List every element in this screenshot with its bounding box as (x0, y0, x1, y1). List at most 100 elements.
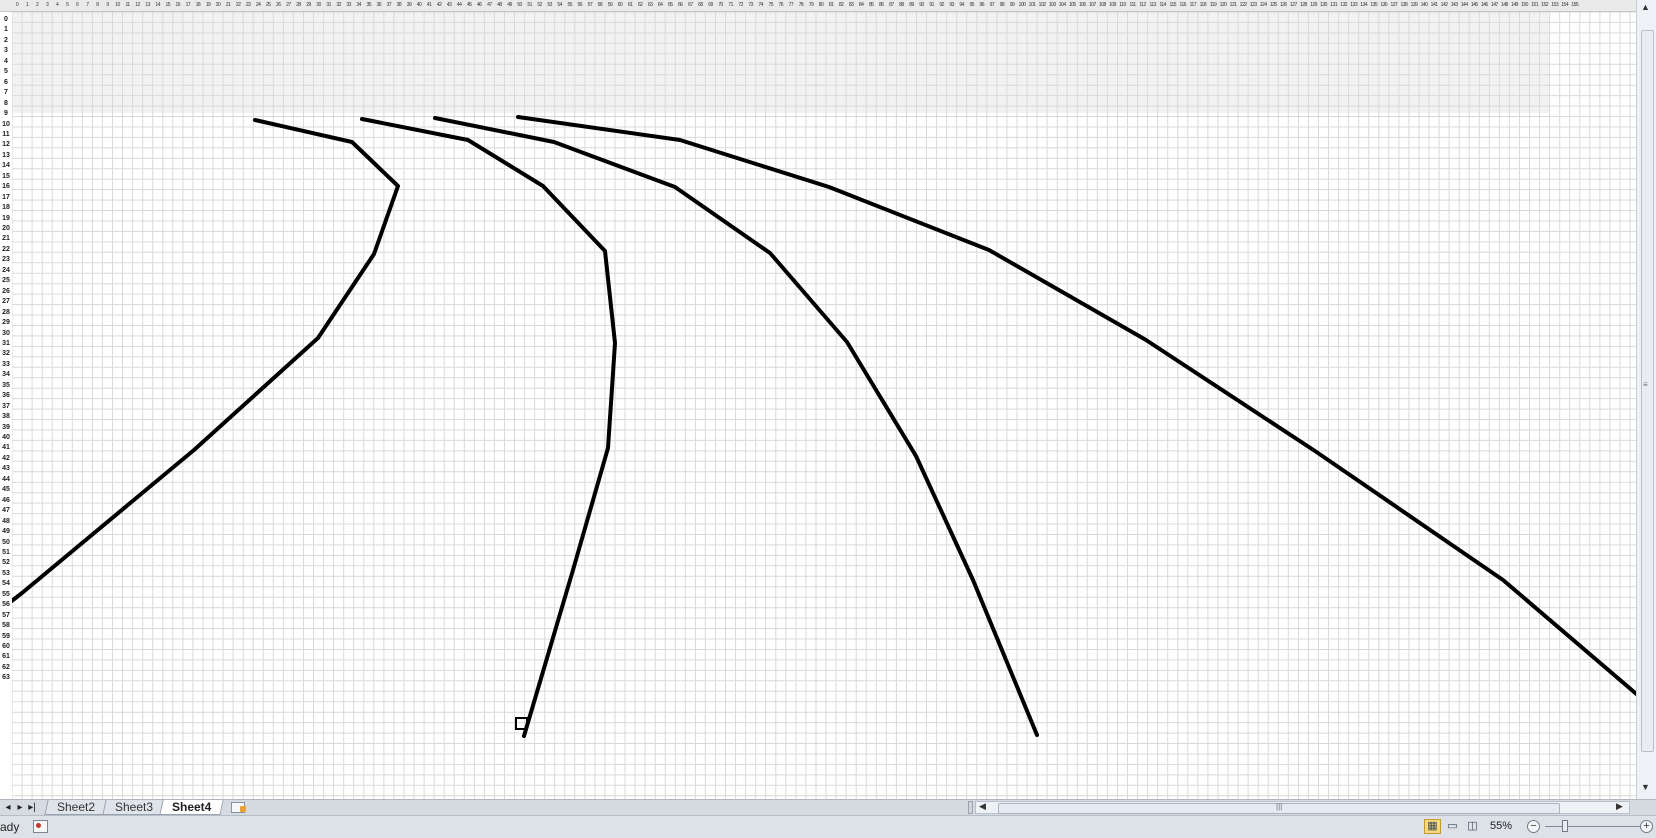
row-header-label[interactable]: 57 (0, 610, 12, 621)
tab-sheet3[interactable]: Sheet3 (102, 800, 166, 815)
row-header-label[interactable]: 15 (0, 171, 12, 182)
row-header-label[interactable]: 51 (0, 547, 12, 558)
row-header-label[interactable]: 25 (0, 275, 12, 286)
tab-split-handle[interactable] (968, 801, 973, 814)
row-header-label[interactable]: 21 (0, 233, 12, 244)
next-sheet-icon[interactable]: ▸ (14, 801, 26, 814)
row-header-label[interactable]: 32 (0, 348, 12, 359)
status-mode-text: ady (0, 820, 20, 834)
row-header-label[interactable]: 9 (0, 108, 12, 119)
row-header-label[interactable]: 12 (0, 139, 12, 150)
zoom-level[interactable]: 55% (1490, 820, 1512, 832)
row-header-label[interactable]: 41 (0, 442, 12, 453)
scroll-left-icon[interactable]: ◀ (979, 801, 986, 812)
row-header-label[interactable]: 4 (0, 56, 12, 67)
row-header-label[interactable]: 2 (0, 35, 12, 46)
zoom-in-icon[interactable]: + (1640, 820, 1653, 833)
row-header-label[interactable]: 56 (0, 599, 12, 610)
insert-sheet-icon[interactable] (231, 802, 246, 813)
row-header-label[interactable]: 27 (0, 296, 12, 307)
row-header-label[interactable]: 58 (0, 620, 12, 631)
row-header-label[interactable]: 23 (0, 254, 12, 265)
tab-sheet2[interactable]: Sheet2 (44, 800, 108, 815)
row-header-label[interactable]: 3 (0, 45, 12, 56)
row-header-label[interactable]: 50 (0, 537, 12, 548)
row-header-label[interactable]: 13 (0, 150, 12, 161)
row-header-label[interactable]: 0 (0, 14, 12, 25)
row-header-label[interactable]: 49 (0, 526, 12, 537)
row-header-label[interactable]: 6 (0, 77, 12, 88)
column-header[interactable]: 0 1 2 3 4 5 6 7 8 9 10 11 12 13 14 15 16 17 18 19 20 21 22 23 24… (0, 0, 1636, 12)
scroll-up-icon[interactable]: ▲ (1641, 2, 1650, 12)
row-header-label[interactable]: 7 (0, 87, 12, 98)
row-header-label[interactable]: 31 (0, 338, 12, 349)
row-header-label[interactable]: 34 (0, 369, 12, 380)
row-header-label[interactable]: 33 (0, 359, 12, 370)
row-header-label[interactable]: 61 (0, 651, 12, 662)
worksheet-canvas[interactable] (0, 0, 1636, 799)
page-break-view-icon[interactable]: ◫ (1464, 819, 1481, 834)
row-header[interactable]: 0 1 2 3 4 5 6 7 8 9 10 11 12 13 14 15 16 17 18 19 20 21 22 23 24… (0, 12, 12, 799)
worksheet-grid[interactable]: 0 1 2 3 4 5 6 7 8 9 10 11 12 13 14 15 16 17 18 19 20 21 22 23 24… (0, 0, 1636, 799)
row-header-label[interactable]: 16 (0, 181, 12, 192)
zoom-slider-track[interactable] (1545, 826, 1641, 827)
row-header-label[interactable]: 22 (0, 244, 12, 255)
row-header-label[interactable]: 30 (0, 328, 12, 339)
row-header-label[interactable]: 19 (0, 213, 12, 224)
row-header-label[interactable]: 14 (0, 160, 12, 171)
row-header-label[interactable]: 63 (0, 672, 12, 683)
grip-icon: ||| (1276, 802, 1283, 811)
row-header-label[interactable]: 47 (0, 505, 12, 516)
row-header-label[interactable]: 52 (0, 557, 12, 568)
row-header-label[interactable]: 44 (0, 474, 12, 485)
row-header-label[interactable]: 55 (0, 589, 12, 600)
scroll-down-icon[interactable]: ▼ (1641, 782, 1650, 792)
row-header-label[interactable]: 46 (0, 495, 12, 506)
row-header-label[interactable]: 10 (0, 119, 12, 130)
row-header-label[interactable]: 53 (0, 568, 12, 579)
row-header-label[interactable]: 39 (0, 422, 12, 433)
normal-view-icon[interactable]: ▦ (1424, 819, 1441, 834)
row-header-label[interactable]: 24 (0, 265, 12, 276)
ink-stroke-1[interactable] (0, 118, 400, 612)
vertical-scrollbar[interactable]: ▲ ≡ ▼ (1636, 0, 1656, 799)
row-header-label[interactable]: 38 (0, 411, 12, 422)
zoom-out-icon[interactable]: − (1527, 820, 1540, 833)
row-header-label[interactable]: 29 (0, 317, 12, 328)
row-header-label[interactable]: 18 (0, 202, 12, 213)
row-header-label[interactable]: 37 (0, 401, 12, 412)
row-header-label[interactable]: 48 (0, 516, 12, 527)
sheet-tab-bar: ◂ ▸ ▸| Sheet2 Sheet3 Sheet4 ◀ ||| ▶ (0, 799, 1656, 815)
row-header-label[interactable]: 20 (0, 223, 12, 234)
row-header-label[interactable]: 5 (0, 66, 12, 77)
row-header-label[interactable]: 60 (0, 641, 12, 652)
row-header-label[interactable]: 11 (0, 129, 12, 140)
ink-drawing[interactable] (0, 115, 1636, 738)
row-header-label[interactable]: 59 (0, 631, 12, 642)
macro-record-icon[interactable] (33, 820, 48, 833)
ink-stroke-2[interactable] (360, 117, 617, 738)
page-layout-view-icon[interactable]: ▭ (1444, 819, 1461, 834)
row-header-label[interactable]: 8 (0, 98, 12, 109)
horizontal-scrollbar[interactable]: ◀ ||| ▶ (975, 801, 1630, 814)
row-header-label[interactable]: 28 (0, 307, 12, 318)
vertical-scroll-thumb[interactable] (1641, 30, 1654, 752)
row-header-label[interactable]: 62 (0, 662, 12, 673)
scroll-right-icon[interactable]: ▶ (1616, 801, 1623, 812)
row-header-label[interactable]: 54 (0, 578, 12, 589)
last-sheet-icon[interactable]: ▸| (26, 801, 38, 814)
column-header-label[interactable]: 155 (1569, 1, 1580, 10)
row-header-label[interactable]: 1 (0, 24, 12, 35)
tab-sheet4[interactable]: Sheet4 (159, 800, 224, 815)
status-bar: ady ▦ ▭ ◫ 55% − + (0, 815, 1656, 838)
row-header-label[interactable]: 45 (0, 484, 12, 495)
row-header-label[interactable]: 40 (0, 432, 12, 443)
row-header-label[interactable]: 43 (0, 463, 12, 474)
zoom-slider-thumb[interactable] (1562, 820, 1568, 832)
row-header-label[interactable]: 17 (0, 192, 12, 203)
row-header-label[interactable]: 42 (0, 453, 12, 464)
row-header-label[interactable]: 35 (0, 380, 12, 391)
row-header-label[interactable]: 36 (0, 390, 12, 401)
row-header-label[interactable]: 26 (0, 286, 12, 297)
prev-sheet-icon[interactable]: ◂ (2, 801, 14, 814)
